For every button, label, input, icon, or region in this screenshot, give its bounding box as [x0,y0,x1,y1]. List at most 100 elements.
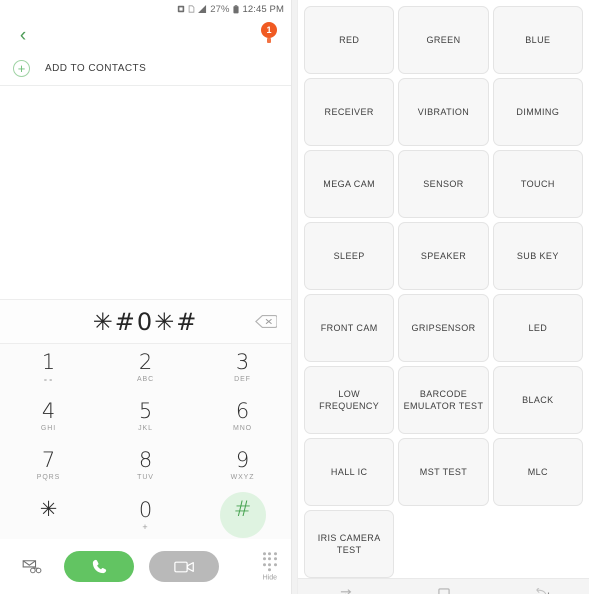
status-time: 12:45 PM [242,3,284,15]
call-log-area [0,86,291,299]
tile-label: SUB KEY [516,250,559,261]
recents-button[interactable] [324,579,370,594]
key-plus: + [142,521,149,532]
tile-label: LOW FREQUENCY [319,388,380,411]
key-digit: # [233,496,252,521]
top-nav-bar: ‹ 1 [0,18,291,52]
tile-hall-ic[interactable]: HALL IC [304,438,395,506]
tile-barcode-emulator-test[interactable]: BARCODE EMULATOR TEST [398,366,489,434]
tile-led[interactable]: LED [492,294,583,362]
dot [268,562,272,566]
tile-label: HALL IC [330,466,368,477]
tile-sub-key[interactable]: SUB KEY [492,222,583,290]
dual-screenshot: 27% 12:45 PM ‹ 1 + ADD TO CONTACTS ✳#0✳# [0,0,589,594]
call-button[interactable] [64,551,134,582]
tile-sleep[interactable]: SLEEP [304,222,395,290]
tile-label: DIMMING [516,106,560,117]
number-display: ✳#0✳# [0,299,291,344]
tile-sensor[interactable]: SENSOR [398,150,489,218]
tile-label: RECEIVER [324,106,374,117]
key-0[interactable]: 0 + [97,490,194,539]
key-digit: 1 [41,350,56,375]
tile-label: GRIPSENSOR [411,322,476,333]
tile-low-frequency[interactable]: LOW FREQUENCY [304,366,395,434]
tile-iris-camera-test[interactable]: IRIS CAMERA TEST [304,510,395,578]
key-3[interactable]: 3 DEF [194,344,291,393]
dot [273,551,277,555]
tile-black[interactable]: BLACK [492,366,583,434]
panel-divider [291,0,298,594]
key-digit: 4 [41,399,56,424]
test-tile-grid: RED GREEN BLUE RECEIVER VIBRATION DIMMIN… [298,0,589,578]
notification-badge[interactable]: 1 [261,22,277,38]
tile-touch[interactable]: TOUCH [492,150,583,218]
voicemail-glyph-icon: ∘∘ [43,377,54,385]
tile-label: MLC [527,466,548,477]
sim-icon [188,5,195,13]
tile-mega-cam[interactable]: MEGA CAM [304,150,395,218]
battery-percent: 27% [210,3,230,15]
voicemail-icon[interactable] [0,559,64,574]
key-4[interactable]: 4 GHI [0,393,97,442]
tile-front-cam[interactable]: FRONT CAM [304,294,395,362]
tile-vibration[interactable]: VIBRATION [398,78,489,146]
key-1[interactable]: 1 ∘∘ [0,344,97,393]
key-letters: TUV [137,473,154,481]
key-letters: PQRS [36,473,61,481]
dot [268,568,272,572]
tile-red[interactable]: RED [304,6,395,74]
tile-label: RED [339,34,360,45]
key-letters: MNO [232,425,253,433]
dot [268,551,272,555]
tile-mst-test[interactable]: MST TEST [398,438,489,506]
phone-icon [92,559,106,574]
key-5[interactable]: 5 JKL [97,393,194,442]
back-chevron-icon[interactable]: ‹ [6,18,40,52]
notification-badge-stem [267,38,271,43]
hide-keypad-button[interactable]: Hide [262,551,277,581]
tile-dimming[interactable]: DIMMING [492,78,583,146]
tile-label: BLUE [525,34,551,45]
key-letters: ABC [136,376,155,384]
recents-icon [340,588,351,594]
tile-label: MST TEST [419,466,468,477]
key-7[interactable]: 7 PQRS [0,442,97,491]
key-digit: 2 [138,350,153,375]
android-nav-bar: wsxdn.com [298,578,589,594]
key-digit: 9 [235,447,250,472]
plus-icon: + [13,60,30,77]
test-menu-panel: RED GREEN BLUE RECEIVER VIBRATION DIMMIN… [298,0,589,594]
tile-label: MEGA CAM [323,178,376,189]
key-6[interactable]: 6 MNO [194,393,291,442]
tile-gripsensor[interactable]: GRIPSENSOR [398,294,489,362]
battery-icon [232,4,239,14]
add-to-contacts-row[interactable]: + ADD TO CONTACTS [0,52,291,86]
key-hash[interactable]: # [194,490,291,539]
tile-label: BLACK [522,394,554,405]
tile-speaker[interactable]: SPEAKER [398,222,489,290]
tile-mlc[interactable]: MLC [492,438,583,506]
key-letters: GHI [40,425,57,433]
tile-blue[interactable]: BLUE [492,6,583,74]
tile-label: IRIS CAMERA TEST [317,532,381,555]
backspace-icon[interactable] [255,314,277,329]
tile-label: GREEN [426,34,461,45]
tile-green[interactable]: GREEN [398,6,489,74]
key-2[interactable]: 2 ABC [97,344,194,393]
home-button[interactable] [421,579,467,594]
dialer-panel: 27% 12:45 PM ‹ 1 + ADD TO CONTACTS ✳#0✳# [0,0,291,594]
tile-label: FRONT CAM [320,322,378,333]
key-star[interactable]: ✳ [0,490,97,539]
signal-icon [198,5,207,13]
key-digit: 8 [138,447,153,472]
key-8[interactable]: 8 TUV [97,442,194,491]
key-digit: 5 [138,399,153,424]
dot [262,562,266,566]
dot [262,557,266,561]
key-9[interactable]: 9 WXYZ [194,442,291,491]
video-call-button[interactable] [149,551,219,582]
key-digit: ✳ [39,496,58,521]
tile-receiver[interactable]: RECEIVER [304,78,395,146]
video-camera-icon [173,561,194,572]
dot [262,551,266,555]
